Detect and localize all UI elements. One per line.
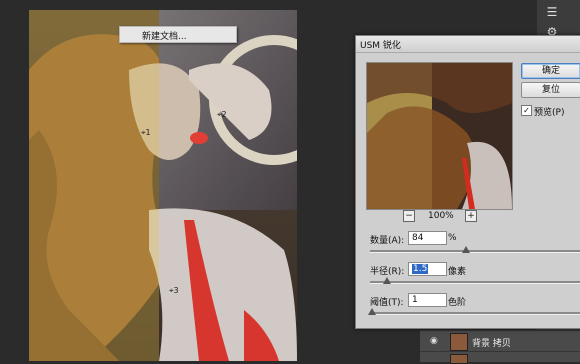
document-canvas[interactable]: ⌖1 ⌖2 ⌖3 xyxy=(29,10,297,361)
amount-label: 数量(A): xyxy=(370,236,405,246)
dialog-titlebar[interactable]: USM 锐化 xyxy=(356,36,580,53)
radius-label: 半径(R): xyxy=(370,267,405,277)
threshold-slider-thumb[interactable] xyxy=(368,308,376,315)
radius-input[interactable]: 1.5 xyxy=(408,262,447,276)
threshold-label: 阈值(T): xyxy=(370,298,404,308)
preview-checkbox[interactable]: ✓ xyxy=(521,105,532,116)
color-sampler-3[interactable]: ⌖3 xyxy=(169,286,179,296)
threshold-input[interactable]: 1 xyxy=(408,293,447,307)
zoom-out-button[interactable]: − xyxy=(403,210,415,222)
color-sampler-2[interactable]: ⌖2 xyxy=(217,110,227,120)
radius-slider-track[interactable] xyxy=(370,281,580,284)
layer-row-background-copy[interactable]: ◉ 背景 拷贝 xyxy=(420,330,580,351)
context-menu-new-document[interactable]: 新建文档... xyxy=(142,29,187,42)
zoom-level: 100% xyxy=(428,211,454,221)
amount-slider-thumb[interactable] xyxy=(462,246,470,253)
radius-unit: 像素 xyxy=(448,267,467,277)
photo-illustration xyxy=(29,10,297,361)
preview-image xyxy=(367,63,512,209)
dialog-title: USM 锐化 xyxy=(360,41,401,51)
radius-slider-thumb[interactable] xyxy=(383,277,391,284)
layer-thumbnail xyxy=(450,333,468,351)
threshold-slider-track[interactable] xyxy=(370,312,580,315)
context-menu[interactable]: 新建文档... xyxy=(119,26,237,43)
filter-preview[interactable] xyxy=(366,62,513,210)
threshold-unit: 色阶 xyxy=(448,298,467,308)
amount-slider-track[interactable] xyxy=(370,250,580,253)
color-sampler-1[interactable]: ⌖1 xyxy=(141,128,151,138)
layer-row-background[interactable] xyxy=(420,351,580,364)
preview-label: 预览(P) xyxy=(534,108,565,118)
layer-thumbnail xyxy=(450,354,468,364)
visibility-eye-icon[interactable]: ◉ xyxy=(430,336,438,346)
adjustments-icon[interactable]: ☰ xyxy=(543,4,561,20)
amount-unit: % xyxy=(448,233,457,243)
zoom-in-button[interactable]: + xyxy=(465,210,477,222)
radius-value: 1.5 xyxy=(412,264,429,274)
amount-input[interactable]: 84 xyxy=(408,231,447,245)
ok-button[interactable]: 确定 xyxy=(521,63,580,79)
layer-name: 背景 拷贝 xyxy=(472,339,511,349)
unsharp-mask-dialog: USM 锐化 确定 复位 ✓ 预览(P) − 100% + 数量(A): 84 … xyxy=(355,35,580,329)
reset-button[interactable]: 复位 xyxy=(521,82,580,98)
